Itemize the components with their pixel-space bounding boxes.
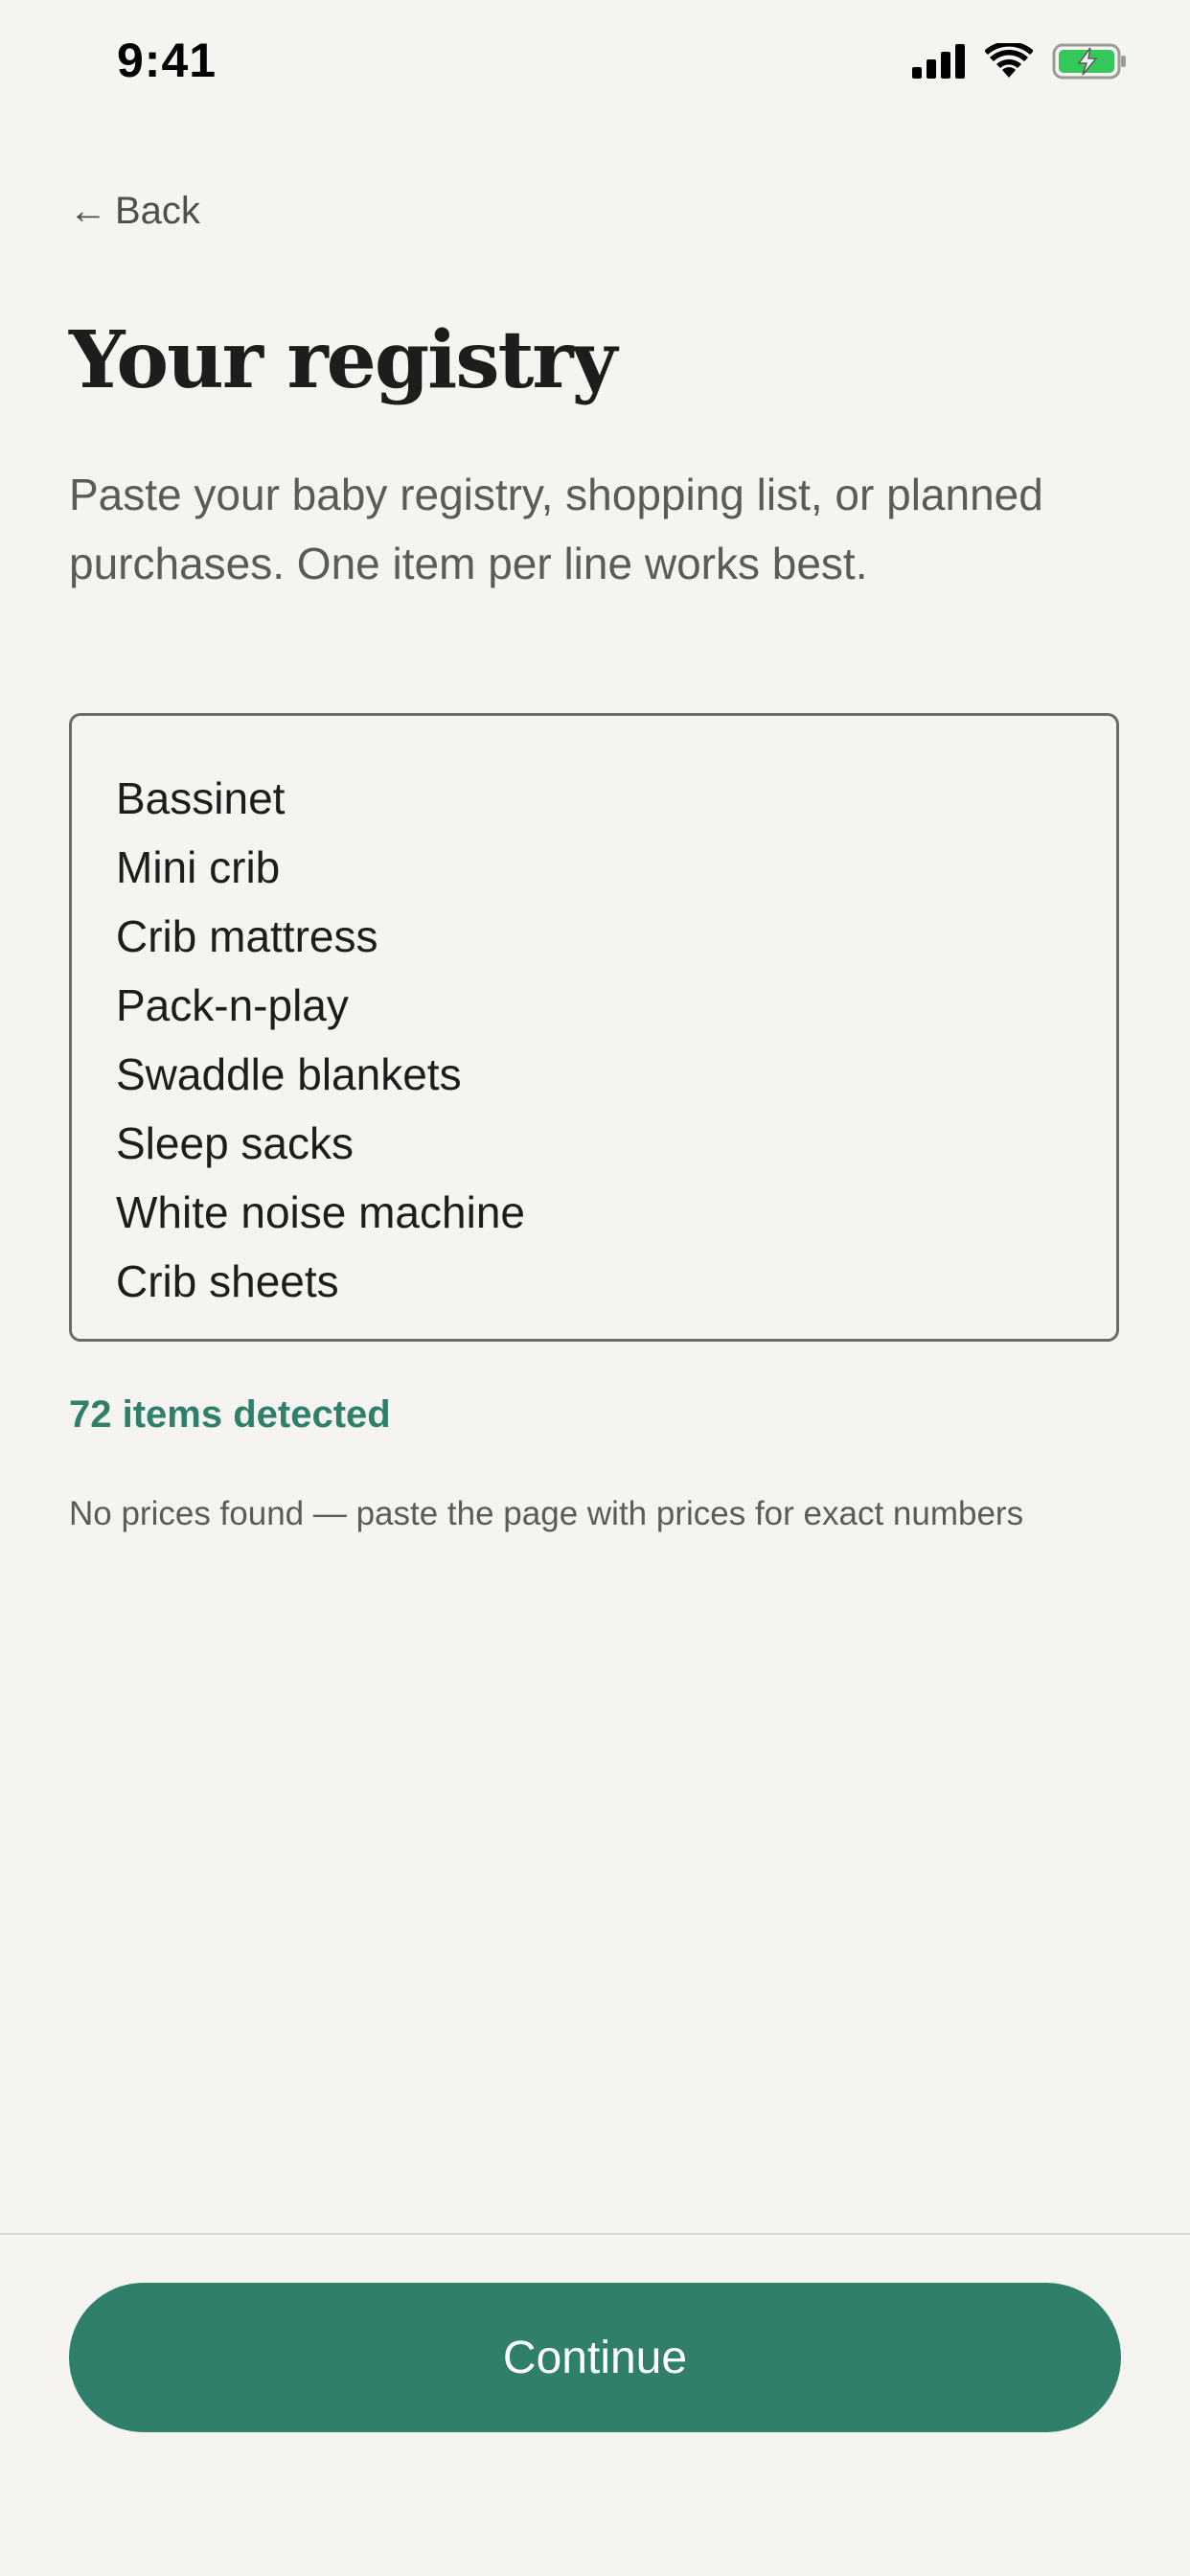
status-time: 9:41 bbox=[117, 34, 217, 87]
list-item: Sleep sacks bbox=[116, 1118, 355, 1168]
items-detected-count: 72 items detected bbox=[69, 1393, 391, 1436]
list-item: Crib sheets bbox=[116, 1256, 339, 1306]
list-item: White noise machine bbox=[116, 1187, 525, 1237]
list-item: Crib mattress bbox=[116, 911, 378, 961]
continue-button[interactable]: Continue bbox=[69, 2283, 1121, 2432]
status-icons bbox=[912, 42, 1129, 80]
list-item: Mini crib bbox=[116, 842, 281, 892]
page-title: Your registry bbox=[69, 314, 617, 406]
signal-icon bbox=[912, 44, 965, 79]
list-item: Swaddle blankets bbox=[116, 1049, 462, 1099]
list-item: Bassinet bbox=[116, 773, 286, 823]
back-label: Back bbox=[115, 190, 200, 232]
list-item: Pack-n-play bbox=[116, 980, 349, 1030]
wifi-icon bbox=[985, 43, 1033, 78]
footer-divider bbox=[0, 2233, 1190, 2235]
battery-charging-icon bbox=[1052, 43, 1126, 80]
price-note: No prices found — paste the page with pr… bbox=[69, 1495, 1024, 1532]
registry-input[interactable]: Bassinet Mini crib Crib mattress Pack-n-… bbox=[69, 713, 1119, 1342]
status-bar: 9:41 bbox=[0, 0, 1190, 134]
arrow-left-icon: ← bbox=[69, 190, 107, 232]
back-button[interactable]: ← Back bbox=[69, 190, 200, 233]
page-description: Paste your baby registry, shopping list,… bbox=[69, 470, 1043, 588]
